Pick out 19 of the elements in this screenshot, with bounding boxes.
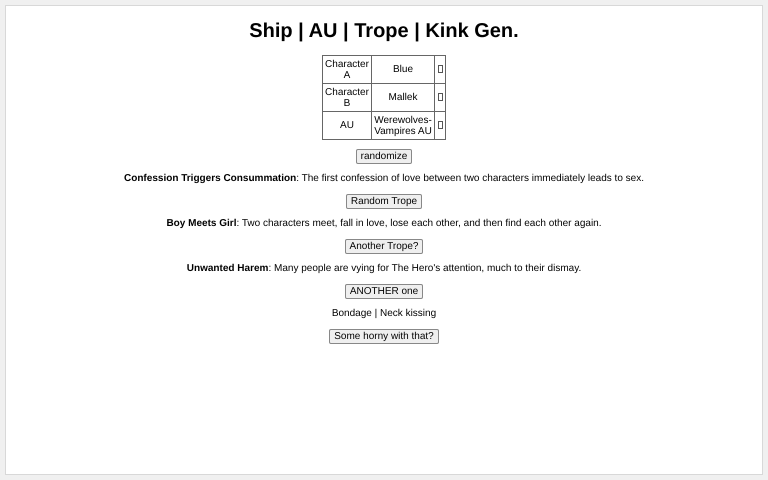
- generate-button[interactable]: Another Trope?: [344, 239, 424, 254]
- missing-glyph-icon: [438, 65, 442, 74]
- trope-description: Boy Meets Girl: Two characters meet, fall in love, lose each other, and then find each other again.: [166, 218, 602, 229]
- table-cell: AU: [322, 112, 372, 140]
- generate-button[interactable]: Random Trope: [346, 194, 422, 209]
- generate-button[interactable]: Some horny with that?: [329, 329, 439, 344]
- generate-button[interactable]: randomize: [356, 149, 412, 164]
- table-cell: Mallek: [372, 84, 434, 112]
- page-title: Ship | AU | Trope | Kink Gen.: [249, 20, 519, 43]
- missing-glyph-icon: [438, 121, 442, 130]
- trope-description: Unwanted Harem: Many people are vying for The Hero's attention, much to their dismay.: [186, 263, 582, 274]
- generate-button[interactable]: ANOTHER one: [344, 284, 424, 299]
- missing-glyph-icon: [438, 93, 442, 102]
- table-cell: Character A: [322, 56, 372, 84]
- trope-description: Confession Triggers Consummation: The first confession of love between two characters immediately leads to sex.: [124, 173, 644, 184]
- kink-text: Bondage | Neck kissing: [332, 308, 436, 319]
- table-cell: Blue: [372, 56, 434, 84]
- table-cell: Werewolves-Vampires AU: [372, 112, 434, 140]
- table-cell: Character B: [322, 84, 372, 112]
